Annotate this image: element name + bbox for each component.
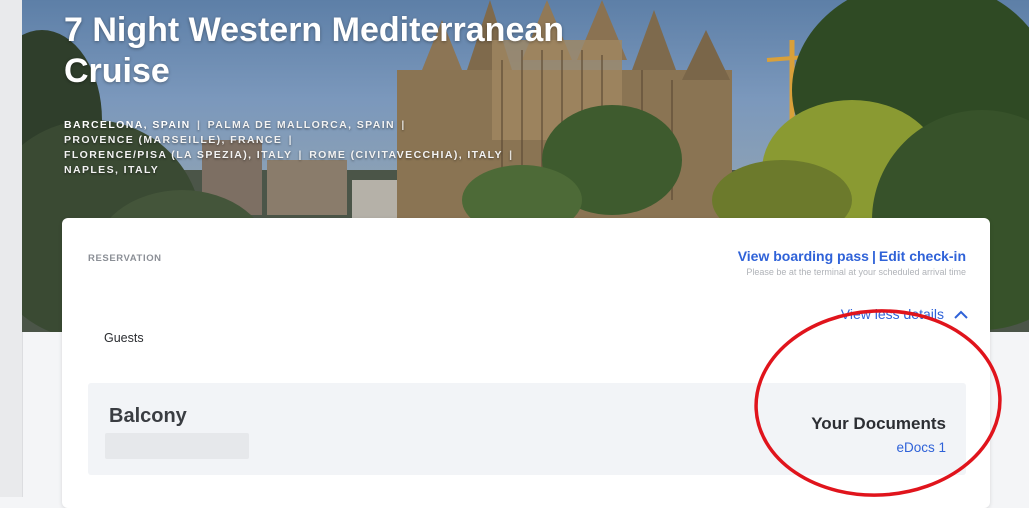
cruise-title: 7 Night Western Mediterranean Cruise: [64, 11, 565, 90]
port-barcelona: BARCELONA, SPAIN: [64, 119, 191, 131]
port-florence-pisa: FLORENCE/PISA (LA SPEZIA), ITALY: [64, 149, 293, 161]
reservation-card: RESERVATION View boarding pass | Edit chec…: [62, 218, 990, 508]
chevron-up-icon: [954, 310, 968, 319]
view-less-details-label: View less details: [840, 306, 944, 322]
cabin-details-placeholder: [105, 433, 249, 459]
documents-section: Your Documents eDocs 1: [811, 414, 946, 457]
port-rome: ROME (CIVITAVECCHIA), ITALY: [309, 149, 503, 161]
link-separator: |: [871, 248, 876, 264]
edit-check-in-link[interactable]: Edit check-in: [879, 248, 966, 264]
port-palma: PALMA DE MALLORCA, SPAIN: [207, 119, 396, 131]
port-separator: |: [196, 119, 202, 131]
reservation-actions: View boarding pass | Edit check-in Please …: [738, 248, 966, 277]
view-less-details-button[interactable]: View less details: [841, 306, 968, 322]
cabin-panel: Balcony Your Documents eDocs 1: [88, 383, 966, 475]
reservation-label: RESERVATION: [88, 253, 162, 264]
port-provence: PROVENCE (MARSEILLE), FRANCE: [64, 134, 283, 146]
port-separator: |: [288, 134, 293, 146]
guests-label: Guests: [104, 331, 144, 345]
port-separator: |: [401, 119, 406, 131]
page-left-strip: [0, 0, 23, 497]
port-naples: NAPLES, ITALY: [64, 164, 160, 176]
terminal-arrival-note: Please be at the terminal at your schedu…: [746, 267, 966, 277]
itinerary-ports: BARCELONA, SPAIN | PALMA DE MALLORCA, SP…: [64, 118, 624, 178]
port-separator: |: [298, 149, 303, 161]
edocs-link[interactable]: eDocs 1: [896, 440, 946, 455]
port-separator: |: [509, 149, 514, 161]
your-documents-title: Your Documents: [811, 414, 946, 433]
view-boarding-pass-link[interactable]: View boarding pass: [738, 248, 869, 264]
cabin-type: Balcony: [109, 405, 187, 427]
